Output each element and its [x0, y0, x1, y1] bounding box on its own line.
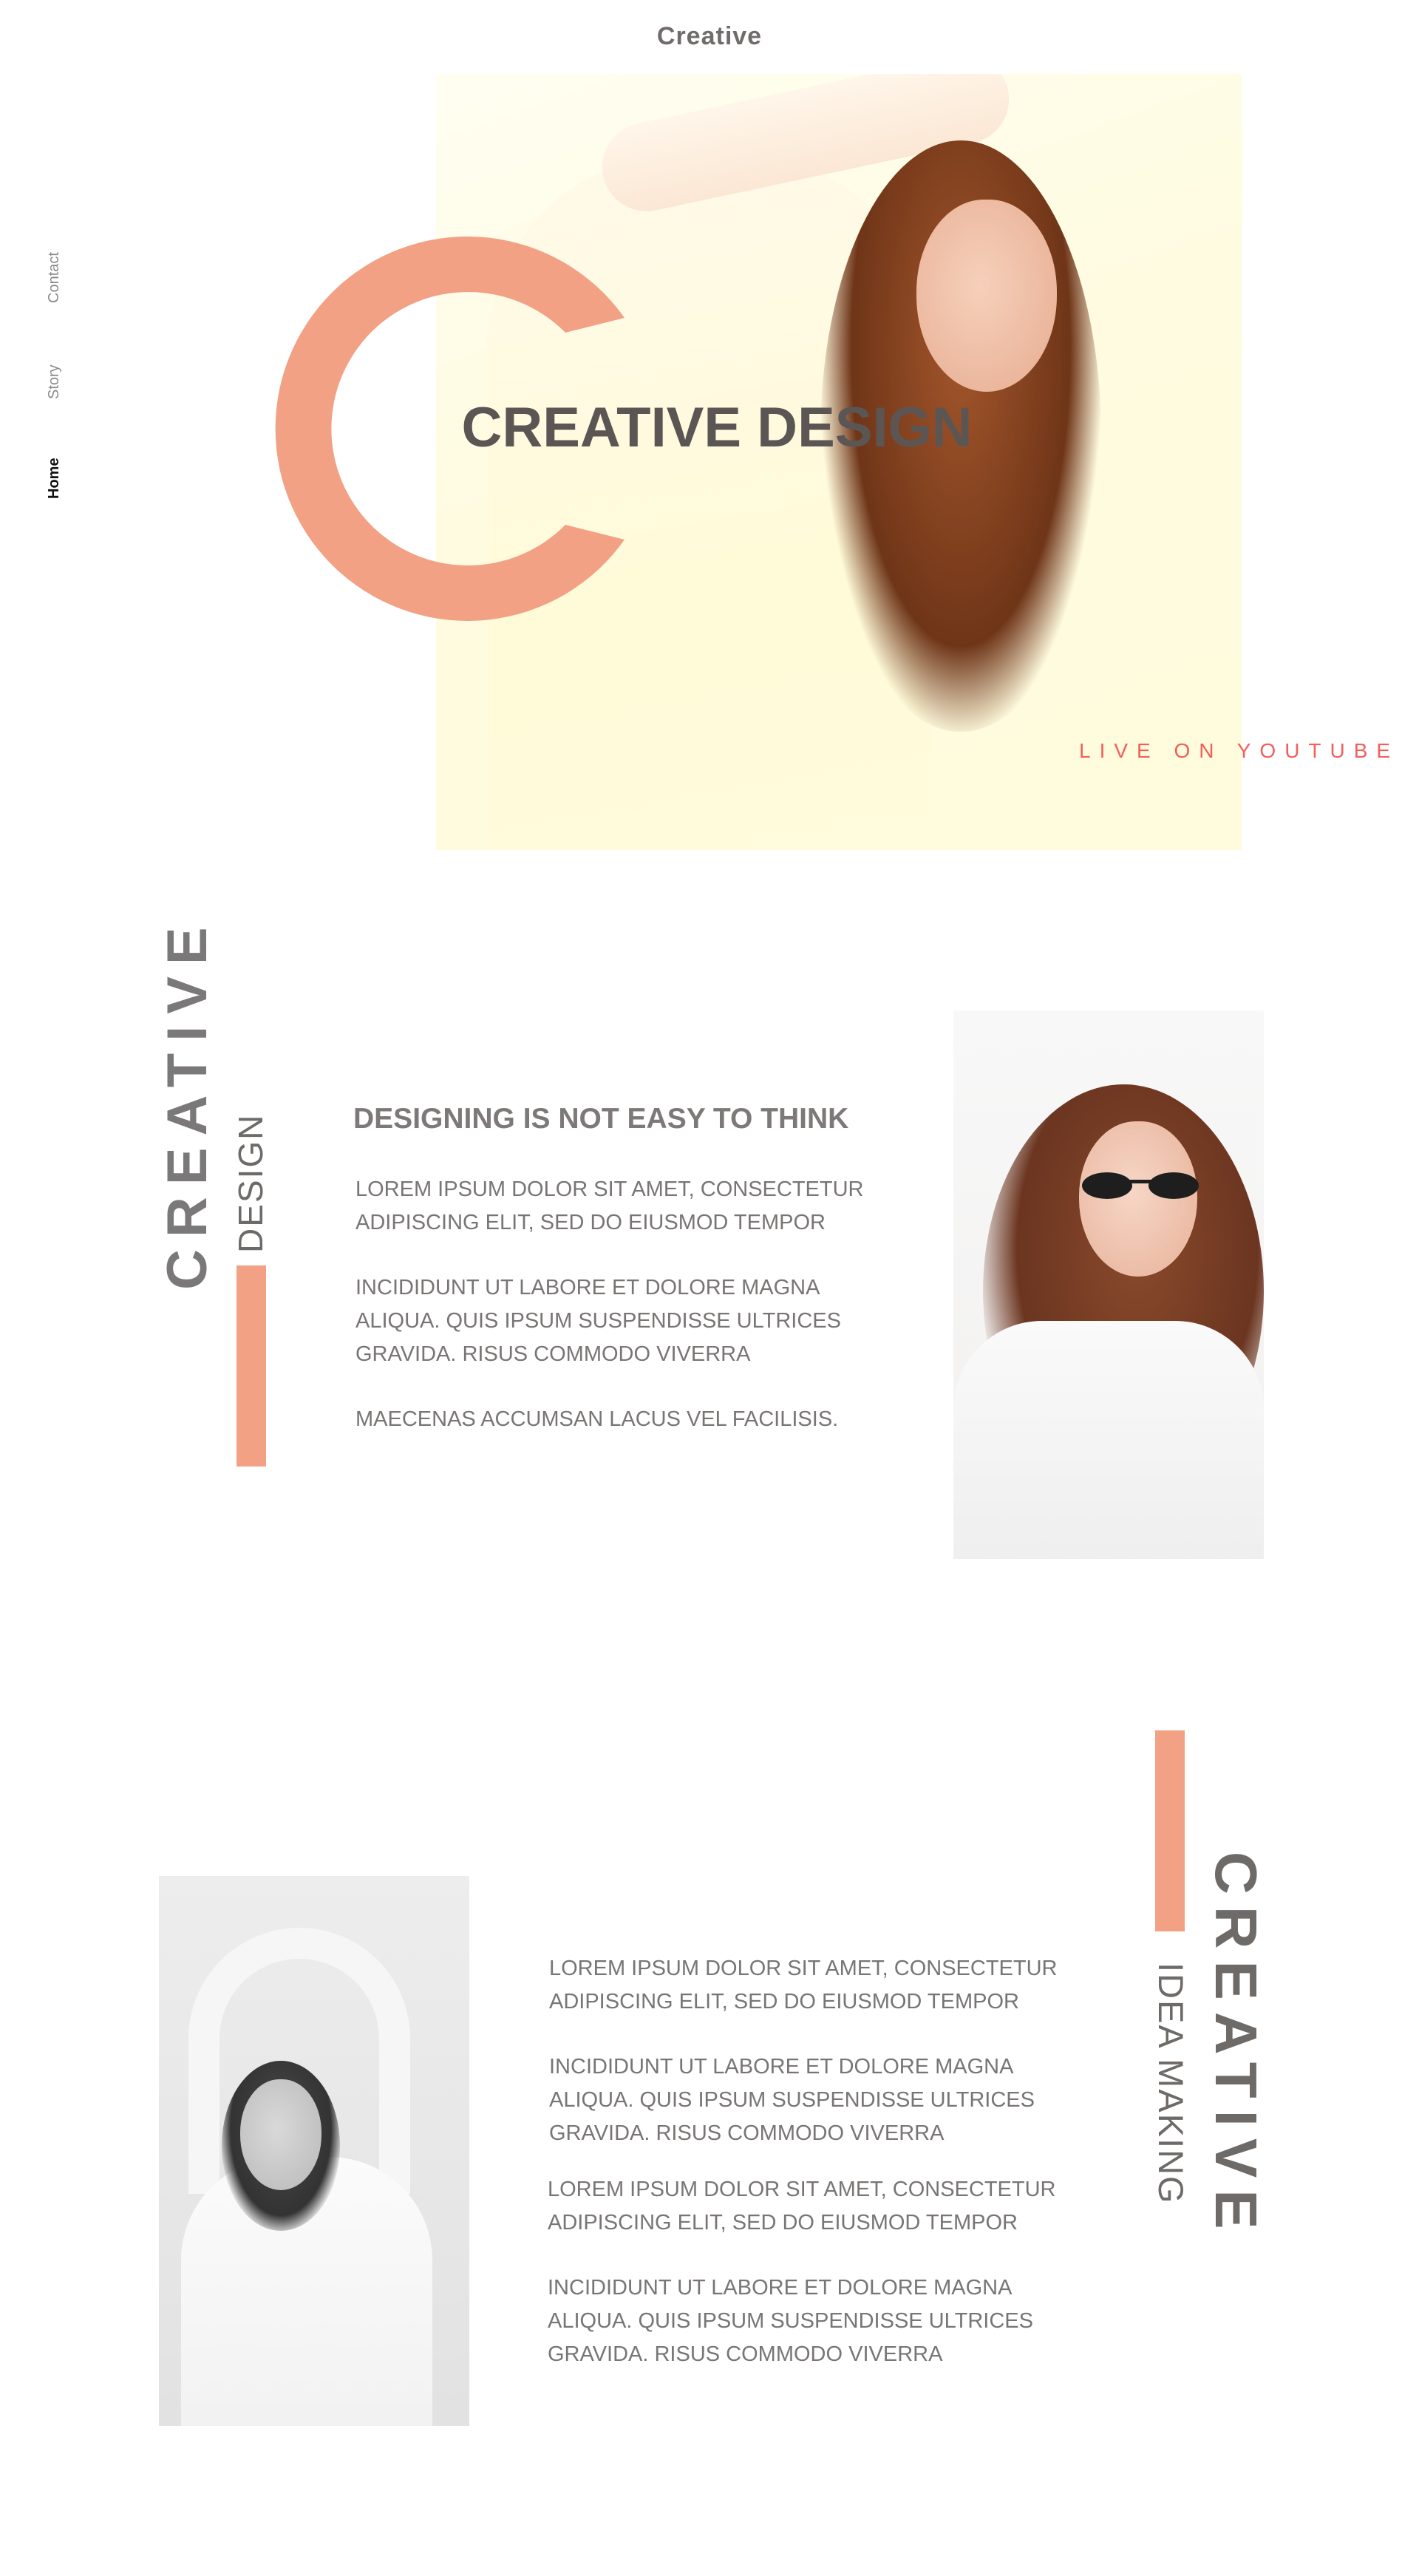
story-p2-line-2: ALIQUA. QUIS IPSUM SUSPENDISSE ULTRICES: [355, 1309, 841, 1333]
ideas-p1-line-2: ADIPISCING ELIT, SED DO EIUSMOD TEMPOR: [549, 1990, 1019, 2013]
story-photo-shirt: [953, 1321, 1264, 1559]
nav-contact[interactable]: Contact: [46, 252, 90, 320]
ideas-p4-line-1: INCIDIDUNT UT LABORE ET DOLORE MAGNA: [548, 2276, 1013, 2300]
story-p2-line-3: GRAVIDA. RISUS COMMODO VIVERRA: [355, 1342, 751, 1366]
ideas-vertical-subtitle: IDEA MAKING: [1151, 1962, 1191, 2205]
nav-home-label: Home: [46, 458, 62, 499]
ideas-p2-line-1: INCIDIDUNT UT LABORE ET DOLORE MAGNA: [549, 2055, 1014, 2079]
ideas-p2-line-3: GRAVIDA. RISUS COMMODO VIVERRA: [549, 2121, 945, 2145]
story-p2-line-1: INCIDIDUNT UT LABORE ET DOLORE MAGNA: [355, 1276, 820, 1299]
ideas-p3-line-2: ADIPISCING ELIT, SED DO EIUSMOD TEMPOR: [548, 2211, 1018, 2235]
nav-contact-label: Contact: [46, 252, 62, 303]
nav-home[interactable]: Home: [46, 458, 90, 516]
story-paragraph-3: MAECENAS ACCUMSAN LACUS VEL FACILISIS.: [355, 1403, 838, 1436]
story-vertical-subtitle: DESIGN: [231, 1113, 270, 1253]
ideas-vertical-title: CREATIVE: [1203, 1852, 1269, 2241]
story-paragraph-2: INCIDIDUNT UT LABORE ET DOLORE MAGNA ALI…: [355, 1271, 841, 1371]
ideas-p4-line-3: GRAVIDA. RISUS COMMODO VIVERRA: [548, 2342, 943, 2366]
ideas-paragraph-1: LOREM IPSUM DOLOR SIT AMET, CONSECTETUR …: [549, 1952, 1058, 2019]
ideas-accent-bar: [1155, 1730, 1185, 1931]
story-photo: [953, 1010, 1264, 1559]
ideas-photo-face: [240, 2079, 321, 2190]
ideas-paragraph-2: INCIDIDUNT UT LABORE ET DOLORE MAGNA ALI…: [549, 2050, 1035, 2150]
ideas-photo: [159, 1876, 469, 2426]
nav-story-label: Story: [46, 364, 62, 399]
side-nav: Contact Story Home: [46, 222, 90, 532]
story-paragraph-1: LOREM IPSUM DOLOR SIT AMET, CONSECTETUR …: [355, 1173, 864, 1240]
story-heading: DESIGNING IS NOT EASY TO THINK: [353, 1103, 849, 1135]
ideas-p4-line-2: ALIQUA. QUIS IPSUM SUSPENDISSE ULTRICES: [548, 2309, 1033, 2333]
hero-title-text: CREATIVE DESIGN: [461, 396, 973, 459]
live-on-youtube-link[interactable]: LIVE ON YOUTUBE: [1079, 739, 1399, 763]
story-p1-line-2: ADIPISCING ELIT, SED DO EIUSMOD TEMPOR: [355, 1211, 826, 1234]
site-logo[interactable]: Creative: [0, 22, 1419, 51]
ideas-paragraph-3: LOREM IPSUM DOLOR SIT AMET, CONSECTETUR …: [548, 2173, 1056, 2240]
ideas-paragraph-4: INCIDIDUNT UT LABORE ET DOLORE MAGNA ALI…: [548, 2271, 1033, 2371]
sunglasses-icon: [1082, 1172, 1199, 1199]
story-accent-bar: [236, 1265, 266, 1467]
story-p1-line-1: LOREM IPSUM DOLOR SIT AMET, CONSECTETUR: [355, 1177, 864, 1201]
story-vertical-title: CREATIVE: [156, 915, 219, 1290]
story-p3-line-1: MAECENAS ACCUMSAN LACUS VEL FACILISIS.: [355, 1407, 839, 1431]
ideas-p2-line-2: ALIQUA. QUIS IPSUM SUSPENDISSE ULTRICES: [549, 2088, 1035, 2112]
ideas-p1-line-1: LOREM IPSUM DOLOR SIT AMET, CONSECTETUR: [549, 1957, 1058, 1980]
ideas-p3-line-1: LOREM IPSUM DOLOR SIT AMET, CONSECTETUR: [548, 2178, 1056, 2201]
hero-photo-face: [916, 200, 1057, 392]
hero-title: CREATIVE DESIGN: [0, 395, 1419, 460]
